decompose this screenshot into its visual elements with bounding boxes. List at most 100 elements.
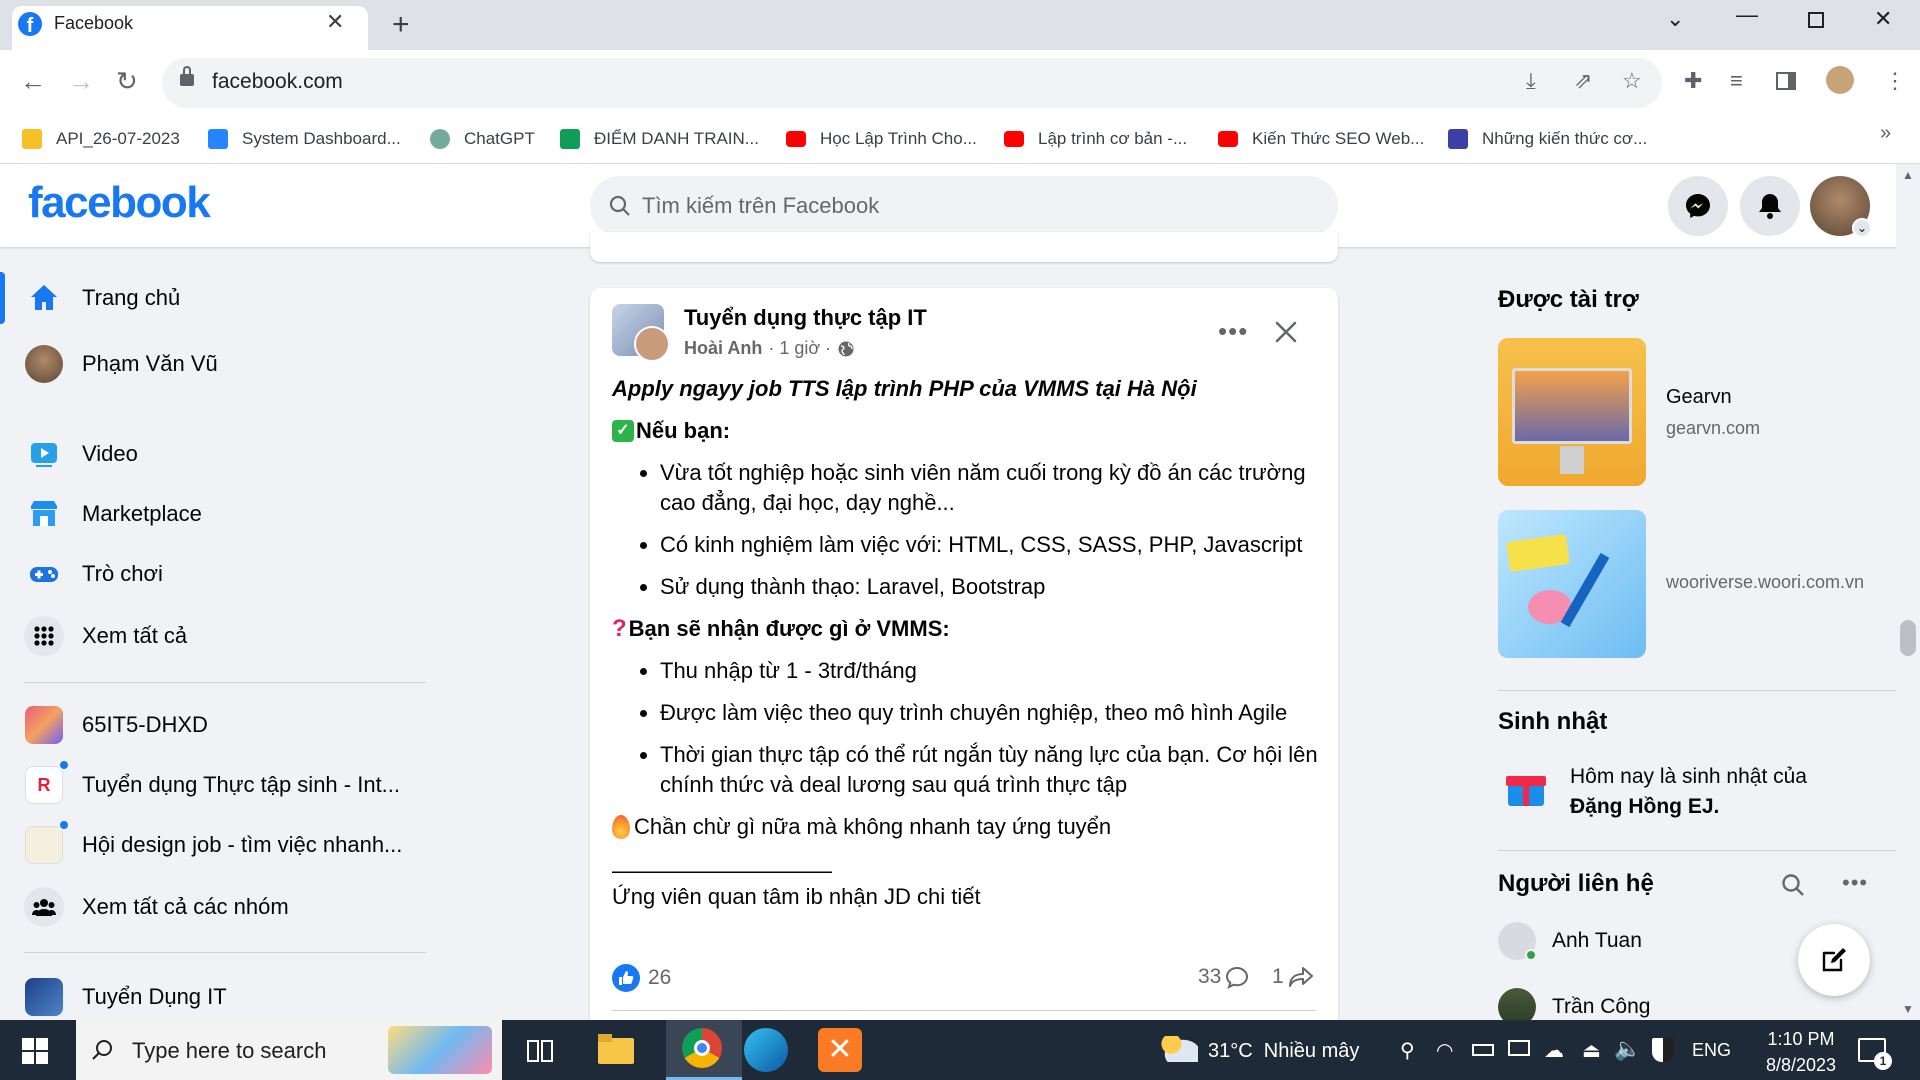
comment-count[interactable]: 33 — [1198, 965, 1249, 989]
bookmark-item[interactable]: Những kiến thức cơ... — [1448, 124, 1647, 154]
author-name[interactable]: Hoài Anh — [684, 338, 762, 359]
sidebar-item-gaming[interactable]: Trò chơi — [24, 546, 444, 602]
battery-icon[interactable] — [1472, 1044, 1494, 1056]
messenger-button[interactable] — [1668, 176, 1728, 236]
extensions-icon[interactable]: ✚ — [1684, 68, 1702, 94]
birthday-name[interactable]: Đặng Hồng EJ. — [1570, 795, 1719, 818]
sidebar-item-video[interactable]: Video — [24, 426, 444, 482]
ad-gearvn[interactable]: Gearvn gearvn.com — [1498, 338, 1898, 488]
tab-title: Facebook — [54, 13, 134, 33]
display-icon[interactable] — [1508, 1040, 1530, 1056]
xampp-icon[interactable]: ✕ — [818, 1028, 862, 1072]
contact-name: Anh Tuan — [1552, 929, 1642, 952]
sidebar-item-group[interactable]: Tuyển Dụng IT — [24, 969, 444, 1025]
tab-search-chevron-icon[interactable]: ⌄ — [1666, 6, 1684, 32]
post-time[interactable]: · 1 giờ · — [768, 338, 831, 359]
search-input[interactable] — [642, 176, 1322, 236]
file-explorer-icon[interactable] — [594, 1028, 638, 1072]
back-icon[interactable]: ← — [20, 66, 46, 97]
sidebar-item-group[interactable]: R Tuyển dụng Thực tập sinh - Int... — [24, 757, 444, 813]
hide-post-icon[interactable] — [1274, 320, 1298, 344]
chevron-down-icon[interactable]: ⌄ — [1852, 218, 1872, 238]
task-view-icon[interactable] — [526, 1038, 554, 1064]
onedrive-icon[interactable]: ☁ — [1544, 1038, 1564, 1063]
share-icon[interactable]: ⇗ — [1574, 68, 1592, 94]
bookmark-item[interactable]: Lập trình cơ bản -... — [1004, 124, 1187, 154]
sidebar-item-see-all-groups[interactable]: Xem tất cả các nhóm — [24, 879, 444, 935]
edge-icon[interactable] — [744, 1028, 788, 1072]
close-window-icon[interactable]: ✕ — [1874, 6, 1892, 32]
contacts-options-icon[interactable]: ••• — [1842, 870, 1868, 896]
address-bar[interactable] — [162, 58, 1662, 108]
minimize-icon[interactable]: — — [1736, 2, 1758, 28]
bookmark-item[interactable]: ĐIỂM DANH TRAIN... — [560, 124, 759, 154]
sidebar-item-group[interactable]: Hội design job - tìm việc nhanh... — [24, 817, 444, 873]
install-app-icon[interactable]: ⤓ — [1526, 68, 1536, 94]
reload-icon[interactable]: ↻ — [116, 66, 138, 97]
gamepad-icon — [24, 554, 64, 594]
side-panel-icon[interactable] — [1776, 72, 1796, 90]
more-bookmarks-icon[interactable]: » — [1880, 122, 1891, 145]
author-avatar[interactable] — [634, 326, 670, 362]
list-item: Được làm việc theo quy trình chuyên nghi… — [660, 698, 1322, 728]
pin-icon[interactable]: ⚲ — [1400, 1038, 1415, 1063]
bookmark-item[interactable]: System Dashboard... — [208, 124, 401, 154]
sidebar-item-group[interactable]: 65IT5-DHXD — [24, 697, 444, 753]
bookmark-item[interactable]: API_26-07-2023 — [22, 124, 180, 154]
sidebar-label: Trò chơi — [82, 561, 163, 586]
language-indicator[interactable]: ENG — [1692, 1040, 1731, 1061]
list-item: Thời gian thực tập có thể rút ngắn tùy n… — [660, 740, 1322, 800]
share-count[interactable]: 1 — [1272, 965, 1314, 989]
scroll-down-icon[interactable]: ▼ — [1902, 1002, 1914, 1016]
sidebar-item-see-all[interactable]: Xem tất cả — [24, 608, 444, 664]
post-footer-line: Ứng viên quan tâm ib nhận JD chi tiết — [612, 884, 981, 909]
media-control-icon[interactable]: ≡ — [1730, 68, 1743, 94]
security-shield-icon[interactable] — [1652, 1038, 1674, 1062]
windows-start-icon[interactable] — [22, 1038, 48, 1064]
globe-icon — [838, 341, 854, 356]
sidebar-item-marketplace[interactable]: Marketplace — [24, 486, 444, 542]
notifications-button[interactable] — [1740, 176, 1800, 236]
bookmark-item[interactable]: ChatGPT — [430, 124, 535, 154]
sidebar-label: Hội design job - tìm việc nhanh... — [82, 832, 403, 857]
weather-cloud-icon[interactable] — [1160, 1036, 1198, 1062]
bookmark-item[interactable]: Kiến Thức SEO Web... — [1218, 124, 1424, 154]
facebook-logo[interactable]: facebook — [28, 178, 211, 228]
post-options-icon[interactable]: ••• — [1218, 316, 1248, 347]
chrome-taskbar-button[interactable] — [666, 1020, 742, 1080]
birthday-text[interactable]: Hôm nay là sinh nhật của Đặng Hồng EJ. — [1570, 762, 1900, 822]
search-contacts-icon[interactable] — [1780, 872, 1806, 898]
profile-avatar[interactable] — [1826, 66, 1854, 94]
post-cta: Chần chừ gì nữa mà không nhanh tay ứng t… — [612, 812, 1322, 842]
right-divider — [1498, 690, 1898, 691]
close-tab-icon[interactable]: ✕ — [326, 9, 344, 35]
usb-icon[interactable]: ⏏ — [1582, 1038, 1601, 1063]
scroll-up-icon[interactable]: ▲ — [1902, 168, 1914, 182]
clock-time: 1:10 PM — [1767, 1029, 1835, 1049]
group-avatar — [24, 977, 64, 1017]
bookmark-item[interactable]: Học Lập Trình Cho... — [786, 124, 977, 154]
forward-icon[interactable]: → — [68, 66, 94, 97]
scrollbar-thumb[interactable] — [1900, 620, 1916, 656]
chrome-menu-icon[interactable]: ⋮ — [1884, 68, 1906, 94]
wifi-icon[interactable]: ◠ — [1436, 1038, 1453, 1063]
contact-item[interactable]: Anh Tuan — [1498, 922, 1642, 961]
weather-text[interactable]: 31°C Nhiều mây — [1208, 1040, 1359, 1063]
facebook-favicon-icon: f — [18, 12, 42, 36]
reactions-summary[interactable]: 26 — [612, 964, 671, 992]
page-scrollbar[interactable] — [1896, 164, 1920, 1020]
sidebar-item-home[interactable]: Trang chủ — [24, 270, 444, 326]
sidebar-item-profile[interactable]: Phạm Văn Vũ — [24, 336, 444, 392]
bookmark-star-icon[interactable]: ☆ — [1622, 68, 1642, 94]
sheets-icon — [560, 129, 580, 149]
ad-woori[interactable]: wooriverse.woori.com.vn — [1498, 510, 1898, 660]
restore-icon[interactable] — [1808, 12, 1824, 28]
taskbar-search[interactable]: Type here to search — [76, 1020, 502, 1080]
clock[interactable]: 1:10 PM 8/8/2023 — [1756, 1026, 1846, 1078]
facebook-search[interactable] — [590, 176, 1338, 236]
group-name[interactable]: Tuyển dụng thực tập IT — [684, 305, 927, 331]
url-text[interactable]: facebook.com — [212, 70, 343, 94]
new-message-button[interactable] — [1798, 924, 1870, 996]
new-tab-icon[interactable]: + — [392, 8, 410, 42]
volume-icon[interactable]: 🔈 — [1614, 1036, 1641, 1062]
